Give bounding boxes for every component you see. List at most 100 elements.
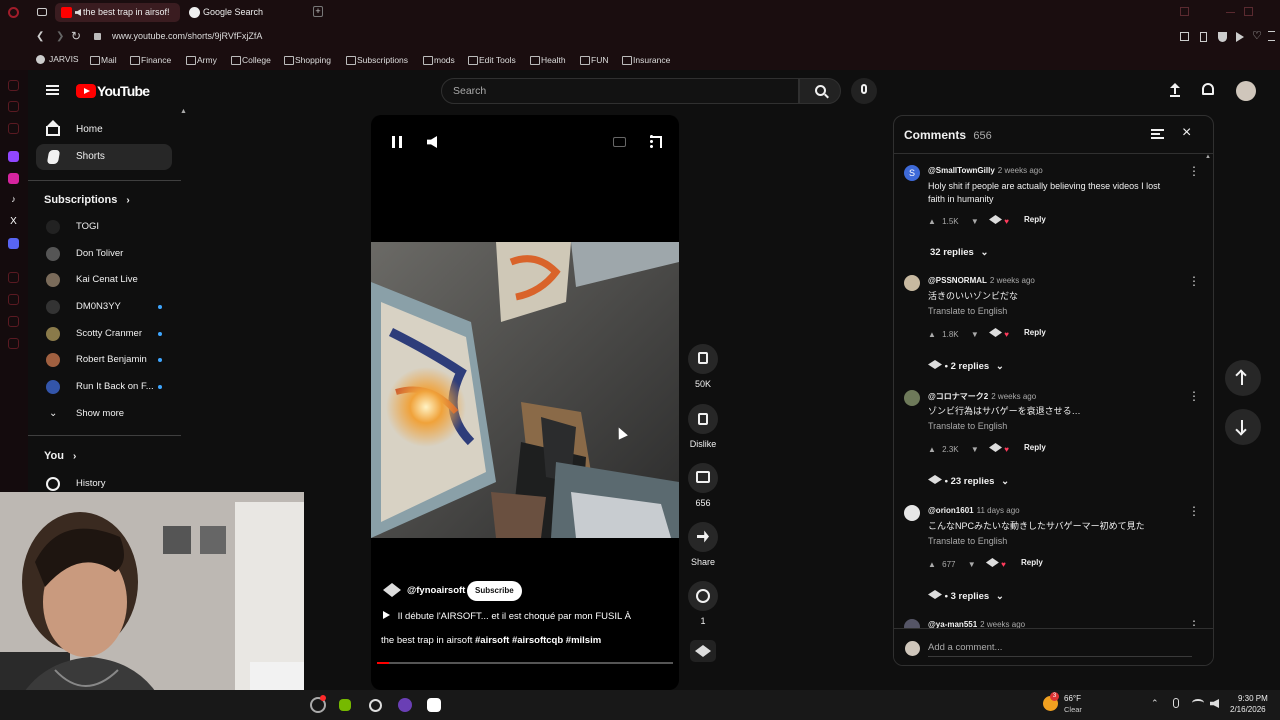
subscription-item[interactable]: Don Toliver — [36, 241, 172, 267]
bookmark-mail[interactable]: Mail — [90, 54, 117, 66]
x-icon[interactable]: X — [8, 216, 19, 227]
avatar[interactable] — [904, 390, 920, 406]
subscription-item[interactable]: Scotty Cranmer — [36, 321, 172, 347]
opera-menu-icon[interactable] — [8, 7, 19, 18]
comment-author[interactable]: @コロナマーク2 2 weeks ago — [928, 391, 1036, 402]
account-avatar[interactable] — [1236, 81, 1256, 101]
bookmark-fun[interactable]: FUN — [580, 54, 608, 66]
view-replies-button[interactable]: • 2 replies ⌄ — [928, 360, 1004, 372]
microphone-icon[interactable] — [1173, 698, 1179, 708]
subscription-item[interactable]: DM0N3YY — [36, 294, 172, 320]
translate-link[interactable]: Translate to English — [928, 536, 1007, 546]
show-more-button[interactable]: ⌄ Show more — [36, 401, 172, 427]
sidebar-subscriptions-heading[interactable]: Subscriptions › — [44, 194, 130, 206]
tab-google-search[interactable]: Google Search — [183, 3, 308, 22]
voice-search-button[interactable] — [851, 78, 877, 104]
reply-button[interactable]: Reply — [1024, 443, 1046, 452]
window-controls[interactable] — [1180, 7, 1270, 17]
translate-link[interactable]: Translate to English — [928, 421, 1007, 431]
bookmark-shopping[interactable]: Shopping — [284, 54, 331, 66]
sidebar-app-1-icon[interactable] — [8, 80, 19, 91]
wifi-icon[interactable] — [1192, 699, 1204, 707]
speaker-icon[interactable] — [75, 9, 81, 16]
nvidia-icon[interactable] — [339, 699, 351, 711]
lock-icon[interactable] — [94, 33, 101, 40]
comment-author[interactable]: @PSSNORMAL 2 weeks ago — [928, 276, 1035, 285]
thumbs-up-icon[interactable]: ▲ — [928, 330, 936, 339]
channel-avatar[interactable] — [383, 583, 401, 597]
reply-button[interactable]: Reply — [1021, 558, 1043, 567]
comments-button[interactable]: 656 — [688, 463, 718, 508]
thumbs-down-icon[interactable]: ▼ — [971, 445, 979, 454]
sidebar-app-2-icon[interactable] — [8, 101, 19, 112]
comment-more-icon[interactable]: ⋮ — [1188, 505, 1200, 517]
avatar[interactable]: S — [904, 165, 920, 181]
bookmark-finance[interactable]: Finance — [130, 54, 171, 66]
view-replies-button[interactable]: • 3 replies ⌄ — [928, 590, 1004, 602]
sidebar-app-4-icon[interactable] — [8, 272, 19, 283]
view-replies-button[interactable]: 32 replies ⌄ — [930, 247, 988, 258]
next-short-button[interactable] — [1225, 409, 1261, 445]
upload-icon[interactable] — [1170, 83, 1180, 97]
sort-icon[interactable] — [1151, 129, 1164, 139]
app-icon-4[interactable] — [398, 698, 412, 712]
discord-icon[interactable] — [8, 238, 19, 249]
comment-more-icon[interactable]: ⋮ — [1188, 165, 1200, 177]
tab-youtube-short[interactable]: the best trap in airsof! — [55, 3, 180, 22]
bookmark-college[interactable]: College — [231, 54, 271, 66]
sidebar-you-heading[interactable]: You › — [44, 450, 76, 462]
volume-tray-icon[interactable] — [1210, 699, 1219, 708]
translate-link[interactable]: Translate to English — [928, 306, 1007, 316]
bookmark-health[interactable]: Health — [530, 54, 566, 66]
forward-icon[interactable]: ❯ — [56, 31, 64, 42]
search-input[interactable]: Search — [441, 78, 799, 104]
bookmark-army[interactable]: Army — [186, 54, 217, 66]
hamburger-menu-icon[interactable] — [46, 85, 59, 95]
shield-icon[interactable] — [1218, 32, 1227, 42]
sidebar-app-3-icon[interactable] — [8, 123, 19, 134]
notifications-bell-icon[interactable] — [1202, 83, 1214, 95]
sidebar-app-6-icon[interactable] — [8, 316, 19, 327]
back-icon[interactable]: ❮ — [36, 31, 44, 42]
share-button[interactable]: Share — [688, 522, 718, 567]
sidebar-scroll-up-icon[interactable]: ▲ — [180, 108, 187, 115]
player-icon[interactable] — [1236, 32, 1244, 42]
bookmark-insurance[interactable]: Insurance — [622, 54, 670, 66]
comment-author[interactable]: @SmallTownGilly 2 weeks ago — [928, 166, 1043, 175]
workspaces-icon[interactable] — [37, 8, 47, 16]
shorts-video-player[interactable]: @fynoairsoft Subscribe Il débute l'AIRSO… — [371, 115, 679, 690]
address-bar[interactable]: www.youtube.com/shorts/9jRVfFxjZfA — [112, 31, 262, 41]
bookmark-icon[interactable] — [1200, 32, 1207, 42]
channel-handle[interactable]: @fynoairsoft — [407, 585, 465, 596]
reply-button[interactable]: Reply — [1024, 328, 1046, 337]
view-replies-button[interactable]: • 23 replies ⌄ — [928, 475, 1009, 487]
add-comment-input[interactable]: Add a comment... — [928, 642, 1192, 657]
thumbs-up-icon[interactable]: ▲ — [928, 217, 936, 226]
comment-author[interactable]: @orion1601 11 days ago — [928, 506, 1020, 515]
heart-icon[interactable]: ♡ — [1252, 29, 1262, 42]
sound-thumbnail[interactable] — [690, 640, 716, 662]
jarvis-icon[interactable] — [36, 55, 45, 64]
volume-icon[interactable] — [427, 136, 437, 148]
comment-more-icon[interactable]: ⋮ — [1188, 275, 1200, 287]
reply-button[interactable]: Reply — [1024, 215, 1046, 224]
instagram-icon[interactable] — [8, 173, 19, 184]
comment-more-icon[interactable]: ⋮ — [1188, 390, 1200, 402]
opera-app-icon[interactable] — [8, 56, 19, 67]
subscription-item[interactable]: Robert Benjamin — [36, 347, 172, 373]
app-icon-3[interactable] — [369, 699, 382, 712]
clock-time[interactable]: 9:30 PM — [1238, 694, 1268, 703]
screenshot-icon[interactable] — [1180, 32, 1189, 41]
captions-icon[interactable] — [613, 137, 626, 147]
tray-chevron-up-icon[interactable]: ⌃ — [1151, 698, 1159, 709]
subscription-item[interactable]: Kai Cenat Live — [36, 267, 172, 293]
hashtags[interactable]: #airsoft #airsoftcqb #milsim — [475, 635, 601, 646]
bookmark-mods[interactable]: mods — [423, 54, 455, 66]
snap-icon[interactable] — [1180, 7, 1189, 16]
sidebar-item-shorts[interactable]: Shorts — [36, 144, 172, 170]
subscription-item[interactable]: TOGI — [36, 214, 172, 240]
thumbs-down-icon[interactable]: ▼ — [971, 330, 979, 339]
scrollbar-up-icon[interactable]: ▲ — [1205, 154, 1211, 160]
sidebar-item-home[interactable]: Home — [36, 117, 172, 143]
avatar[interactable] — [904, 275, 920, 291]
